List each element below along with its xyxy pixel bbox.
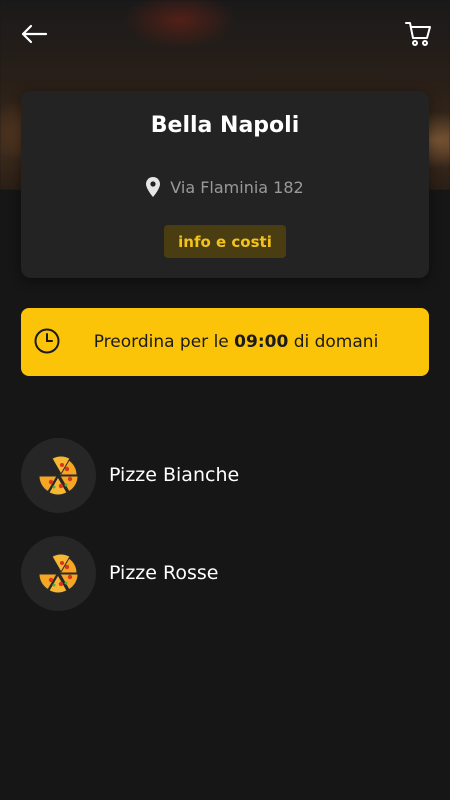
clock-icon bbox=[34, 328, 60, 354]
preorder-text-before: Preordina per le bbox=[93, 331, 235, 352]
preorder-text-after: di domani bbox=[288, 331, 379, 352]
cart-button[interactable] bbox=[402, 18, 434, 50]
preorder-time: 09:00 bbox=[234, 331, 289, 352]
category-icon-circle bbox=[21, 535, 96, 611]
category-label: Pizze Rosse bbox=[109, 562, 219, 584]
restaurant-name: Bella Napoli bbox=[150, 113, 300, 138]
preorder-text: Preordina per le 09:00 di domani bbox=[21, 330, 429, 355]
pizza-icon bbox=[37, 455, 79, 496]
restaurant-card: Bella Napoli Via Flaminia 182 info e cos… bbox=[21, 91, 429, 278]
category-icon-circle bbox=[21, 437, 96, 513]
location-pin-icon bbox=[146, 177, 161, 197]
back-button[interactable] bbox=[18, 18, 50, 50]
category-label: Pizze Bianche bbox=[109, 464, 240, 486]
info-costs-button[interactable]: info e costi bbox=[164, 225, 286, 258]
shopping-cart-icon bbox=[405, 22, 431, 46]
address-text: Via Flaminia 182 bbox=[170, 177, 304, 197]
preorder-banner[interactable]: Preordina per le 09:00 di domani bbox=[21, 308, 429, 376]
category-pizze-rosse[interactable]: Pizze Rosse bbox=[21, 535, 421, 611]
arrow-left-icon bbox=[21, 24, 48, 44]
category-pizze-bianche[interactable]: Pizze Bianche bbox=[21, 437, 421, 513]
restaurant-address: Via Flaminia 182 bbox=[21, 177, 429, 197]
pizza-icon bbox=[37, 553, 79, 594]
